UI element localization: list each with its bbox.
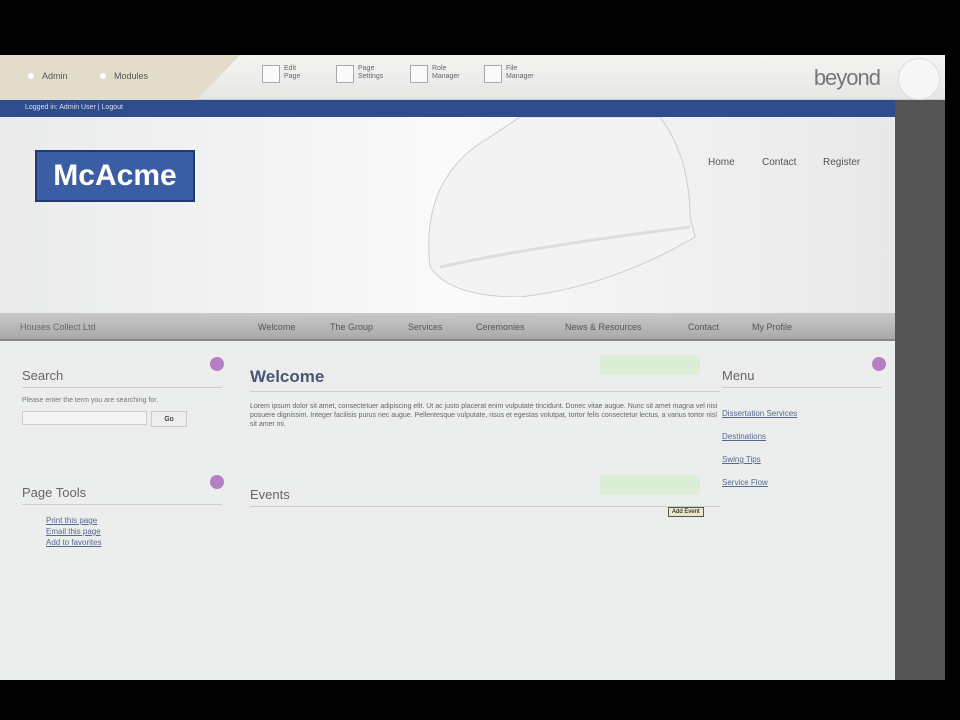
beyond-logo: beyond: [813, 65, 881, 90]
register-link[interactable]: Register: [823, 157, 860, 168]
tool-label: Manager: [506, 73, 534, 80]
page-tools-title: Page Tools: [22, 485, 222, 505]
module-settings-icon[interactable]: [872, 357, 886, 371]
nav-my-profile[interactable]: My Profile: [752, 322, 792, 332]
site-header: McAcme Home Contact Register: [0, 117, 895, 313]
nav-contact[interactable]: Contact: [688, 322, 719, 332]
tool-label: Page: [358, 65, 375, 72]
site-logo[interactable]: McAcme: [35, 150, 195, 202]
modules-tab[interactable]: Modules: [100, 71, 148, 81]
search-pane: Search Please enter the term you are sea…: [22, 368, 222, 427]
main-nav: Houses Collect Ltd Welcome The Group Ser…: [0, 313, 895, 341]
login-bar: Logged in: Admin User | Logout: [0, 100, 895, 117]
edit-page-button[interactable]: Edit Page: [262, 65, 300, 83]
browser-viewport: Admin Modules Edit Page Page Settings Role…: [0, 55, 945, 680]
add-favorites-link[interactable]: Add to favorites: [46, 537, 222, 548]
admin-tab[interactable]: Admin: [28, 71, 68, 81]
edit-page-icon: [262, 65, 280, 83]
nav-welcome[interactable]: Welcome: [258, 322, 295, 332]
tool-label: Edit: [284, 65, 297, 72]
contact-link[interactable]: Contact: [762, 157, 796, 168]
go-button[interactable]: Go: [151, 411, 187, 427]
page-tools-pane: Page Tools Print this page Email this pa…: [22, 485, 222, 548]
role-manager-button[interactable]: Role Manager: [410, 65, 460, 83]
hard-hat-image: [428, 117, 696, 297]
module-action-bar: [600, 355, 700, 375]
menu-item[interactable]: Destinations: [722, 425, 882, 448]
nav-the-group[interactable]: The Group: [330, 322, 373, 332]
nav-services[interactable]: Services: [408, 322, 443, 332]
tool-label: File: [506, 65, 518, 72]
tool-label: Page: [284, 73, 301, 80]
menu-item[interactable]: Service Flow: [722, 471, 882, 494]
nav-news[interactable]: News & Resources: [565, 322, 642, 332]
menu-item[interactable]: Dissertation Services: [722, 402, 882, 425]
menu-item[interactable]: Swing Tips: [722, 448, 882, 471]
module-action-bar: [600, 475, 700, 495]
email-page-link[interactable]: Email this page: [46, 526, 222, 537]
globe-icon: [898, 58, 940, 100]
tool-label: Manager: [432, 73, 460, 80]
home-link[interactable]: Home: [708, 157, 735, 168]
nav-ceremonies[interactable]: Ceremonies: [476, 322, 525, 332]
print-page-link[interactable]: Print this page: [46, 515, 222, 526]
scrollbar[interactable]: [895, 100, 945, 680]
search-hint: Please enter the term you are searching …: [22, 397, 159, 404]
page-settings-button[interactable]: Page Settings: [336, 65, 383, 83]
welcome-body: Lorem ipsum dolor sit amet, consectetuer…: [250, 403, 718, 428]
tooltip: Add Event: [668, 507, 704, 517]
search-input[interactable]: [22, 411, 147, 425]
welcome-pane: Welcome Lorem ipsum dolor sit amet, cons…: [250, 367, 720, 429]
page-settings-icon: [336, 65, 354, 83]
file-manager-icon: [484, 65, 502, 83]
tool-label: Settings: [358, 73, 384, 80]
login-status[interactable]: Logged in: Admin User | Logout: [25, 104, 123, 111]
admin-toolbar: Admin Modules Edit Page Page Settings Role…: [0, 55, 945, 100]
search-title: Search: [22, 368, 222, 388]
file-manager-button[interactable]: File Manager: [484, 65, 534, 83]
tool-label: Role: [432, 65, 447, 72]
nav-brand: Houses Collect Ltd: [20, 322, 96, 332]
role-manager-icon: [410, 65, 428, 83]
menu-pane: Menu Dissertation Services Destinations …: [722, 368, 882, 494]
menu-title: Menu: [722, 368, 882, 388]
module-settings-icon[interactable]: [210, 357, 224, 371]
